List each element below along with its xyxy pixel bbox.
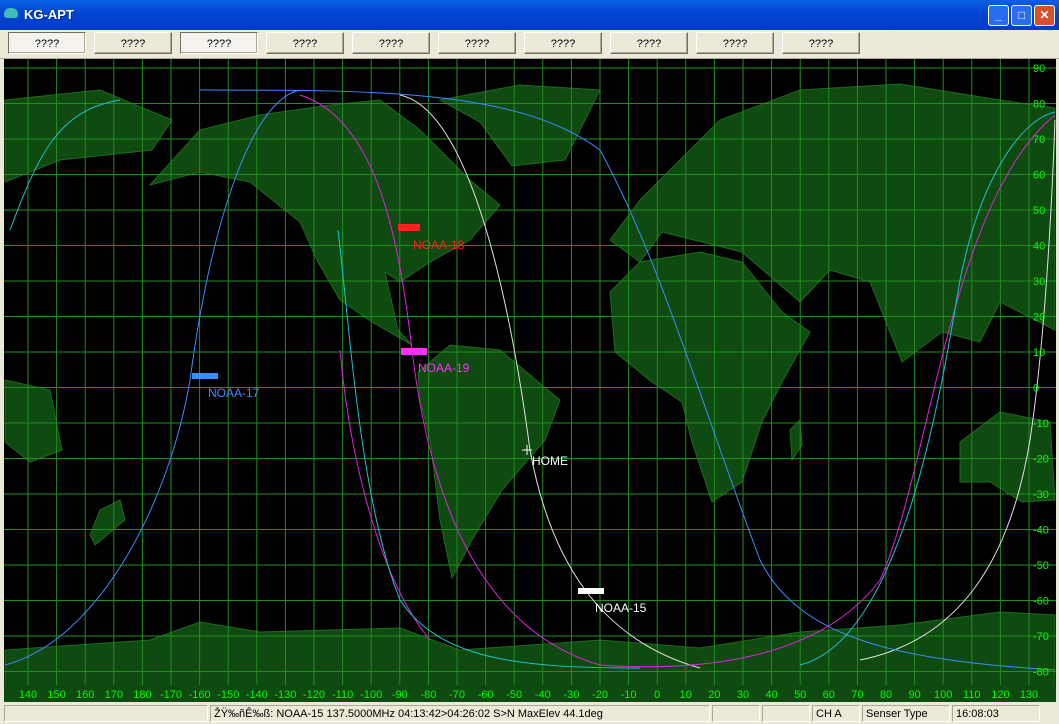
toolbar-button-8[interactable]: ???? xyxy=(610,32,688,54)
title-bar: KG-APT _ □ ✕ xyxy=(0,0,1059,30)
window-title: KG-APT xyxy=(24,7,74,22)
latitude-label: -40 xyxy=(1033,525,1049,537)
status-clock: 16:08:03 xyxy=(952,705,1040,722)
latitude-label: 40 xyxy=(1033,241,1045,253)
status-panel-4 xyxy=(762,705,810,722)
longitude-label: -90 xyxy=(392,689,408,701)
satellite-label: NOAA-19 xyxy=(418,361,470,375)
longitude-label: -110 xyxy=(332,689,353,701)
toolbar-button-2[interactable]: ???? xyxy=(94,32,172,54)
longitude-label: 110 xyxy=(963,689,981,701)
latitude-label: 30 xyxy=(1033,276,1045,288)
latitude-label: 60 xyxy=(1033,170,1045,182)
latitude-label: -60 xyxy=(1033,596,1049,608)
toolbar: ???? ???? ???? ???? ???? ???? ???? ???? … xyxy=(0,30,1059,59)
satellite-noaa-15[interactable]: NOAA-15 xyxy=(578,588,647,615)
longitude-label: -70 xyxy=(449,689,465,701)
longitude-label: 50 xyxy=(794,689,806,701)
longitude-label: 140 xyxy=(19,689,37,701)
longitude-label: -80 xyxy=(420,689,436,701)
longitude-label: -160 xyxy=(189,689,211,701)
longitude-label: 10 xyxy=(680,689,692,701)
longitude-label: 130 xyxy=(1020,689,1038,701)
longitude-label: -150 xyxy=(217,689,239,701)
satellite-icon xyxy=(578,588,604,594)
maximize-button[interactable]: □ xyxy=(1011,5,1032,26)
longitude-label: 30 xyxy=(737,689,749,701)
australia-wrap xyxy=(4,379,63,463)
app-icon xyxy=(4,8,18,18)
close-button[interactable]: ✕ xyxy=(1034,5,1055,26)
continents xyxy=(4,83,1056,703)
longitude-label: 120 xyxy=(991,689,1009,701)
world-map[interactable]: NOAA-18 NOAA-19 NOAA-17 NOAA-15 HOME 90 8… xyxy=(4,59,1059,703)
longitude-label: 160 xyxy=(76,689,94,701)
status-channel: CH A xyxy=(812,705,860,722)
longitude-label: 80 xyxy=(880,689,892,701)
toolbar-button-6[interactable]: ???? xyxy=(438,32,516,54)
latitude-label: -30 xyxy=(1033,489,1049,501)
toolbar-button-10[interactable]: ???? xyxy=(782,32,860,54)
satellite-label: NOAA-15 xyxy=(595,601,647,615)
satellite-noaa-17[interactable]: NOAA-17 xyxy=(192,373,260,400)
toolbar-button-5[interactable]: ???? xyxy=(352,32,430,54)
latitude-label: -50 xyxy=(1033,560,1049,572)
minimize-button[interactable]: _ xyxy=(988,5,1009,26)
latitude-label: -10 xyxy=(1033,418,1049,430)
latitude-label: 10 xyxy=(1033,347,1045,359)
new-zealand xyxy=(89,499,126,546)
status-pass-info: ŽŸ‰ñÊ‰ß: NOAA-15 137.5000MHz 04:13:42>04… xyxy=(210,705,710,722)
longitude-label: -170 xyxy=(160,689,182,701)
longitude-label: -100 xyxy=(360,689,382,701)
toolbar-button-4[interactable]: ???? xyxy=(266,32,344,54)
latitude-label: 80 xyxy=(1033,99,1045,111)
longitude-label: 150 xyxy=(47,689,65,701)
toolbar-button-3[interactable]: ???? xyxy=(180,32,258,54)
longitude-label: 170 xyxy=(105,689,123,701)
latitude-label: 20 xyxy=(1033,312,1045,324)
longitude-label: -20 xyxy=(592,689,608,701)
latitude-label: -20 xyxy=(1033,454,1049,466)
latitude-label: -70 xyxy=(1033,631,1049,643)
latitude-label: -80 xyxy=(1033,667,1049,679)
longitude-label: -50 xyxy=(506,689,522,701)
longitude-label: 70 xyxy=(851,689,863,701)
longitude-label: 20 xyxy=(708,689,720,701)
status-panel-1 xyxy=(4,705,208,722)
satellite-icon xyxy=(192,373,218,379)
longitude-label: -30 xyxy=(563,689,579,701)
latitude-label: 70 xyxy=(1033,134,1045,146)
toolbar-button-9[interactable]: ???? xyxy=(696,32,774,54)
satellite-label: NOAA-17 xyxy=(208,386,260,400)
longitude-label: -60 xyxy=(478,689,494,701)
longitude-label: -40 xyxy=(535,689,551,701)
satellite-label: NOAA-18 xyxy=(413,238,465,252)
longitude-label: 40 xyxy=(765,689,777,701)
home-label: HOME xyxy=(532,454,568,468)
longitude-label: 180 xyxy=(133,689,151,701)
longitude-label: -120 xyxy=(303,689,325,701)
longitude-label: 90 xyxy=(908,689,920,701)
greenland xyxy=(438,84,601,167)
status-bar: ŽŸ‰ñÊ‰ß: NOAA-15 137.5000MHz 04:13:42>04… xyxy=(0,703,1059,724)
satellite-icon xyxy=(401,348,427,355)
status-sensor-type: Senser Type xyxy=(862,705,950,722)
latitude-label: 0 xyxy=(1033,383,1039,395)
longitude-label: -140 xyxy=(246,689,268,701)
longitude-label: 100 xyxy=(934,689,952,701)
africa xyxy=(609,251,811,503)
longitude-label: 0 xyxy=(654,689,660,701)
longitude-label: -10 xyxy=(621,689,637,701)
longitude-label: -130 xyxy=(274,689,296,701)
latitude-label: 50 xyxy=(1033,205,1045,217)
toolbar-button-1[interactable]: ???? xyxy=(8,32,86,54)
longitude-label: 60 xyxy=(823,689,835,701)
toolbar-button-7[interactable]: ???? xyxy=(524,32,602,54)
status-panel-3 xyxy=(712,705,760,722)
latitude-label: 90 xyxy=(1033,63,1045,75)
satellite-icon xyxy=(398,224,420,231)
